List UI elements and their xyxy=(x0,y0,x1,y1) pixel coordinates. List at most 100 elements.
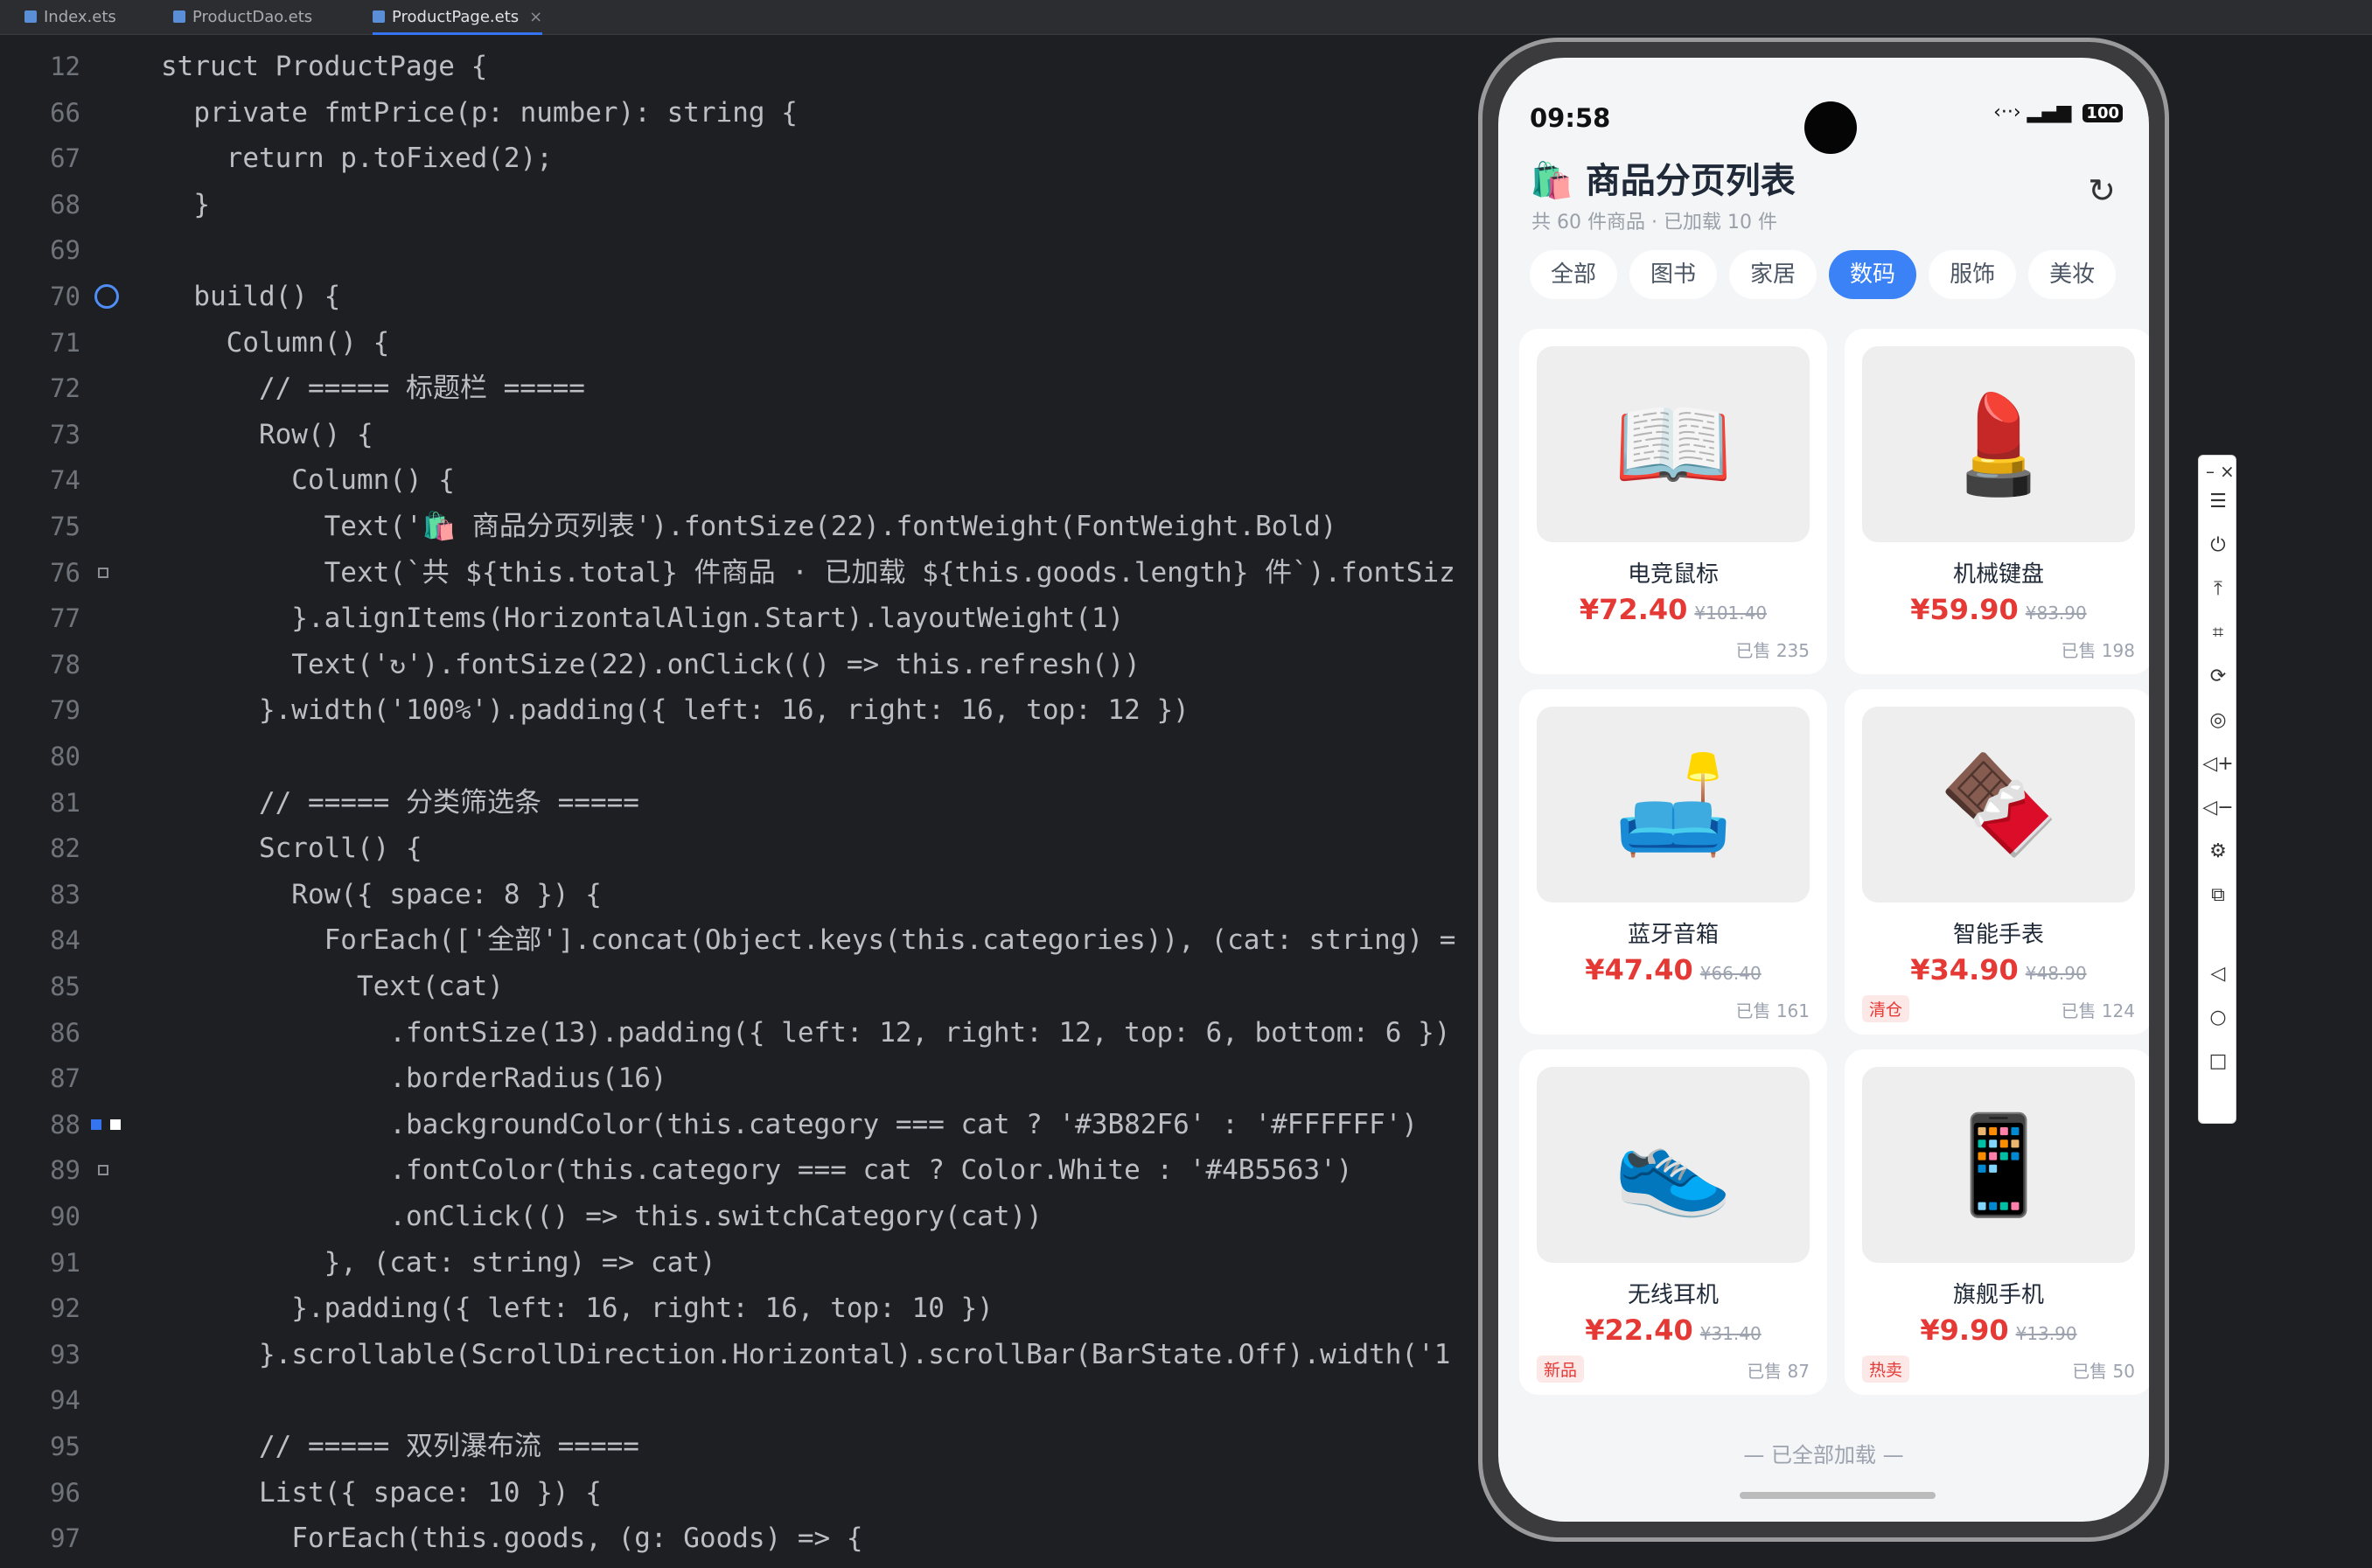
code-text[interactable]: }.padding({ left: 16, right: 16, top: 10… xyxy=(161,1286,994,1331)
code-text[interactable]: ForEach(['全部'].concat(Object.keys(this.c… xyxy=(161,917,1456,963)
category-chip[interactable]: 数码 xyxy=(1829,250,1917,299)
rotate-icon[interactable]: ⟳ xyxy=(2199,666,2237,687)
product-card[interactable]: 📱 旗舰手机 ¥9.90 ¥13.90 热卖 已售 50 xyxy=(1845,1049,2149,1395)
product-card[interactable]: 🍫 智能手表 ¥34.90 ¥48.90 清仓 已售 124 xyxy=(1845,689,2149,1035)
code-editor[interactable]: 12 struct ProductPage {66 private fmtPric… xyxy=(0,35,1478,1568)
code-line[interactable]: 82 Scroll() { xyxy=(0,826,1478,871)
code-text[interactable]: Text('🛍️ 商品分页列表').fontSize(22).fontWeigh… xyxy=(161,504,1337,549)
code-line[interactable]: 93 }.scrollable(ScrollDirection.Horizont… xyxy=(0,1332,1478,1377)
code-line[interactable]: 94 xyxy=(0,1377,1478,1423)
category-chip[interactable]: 家居 xyxy=(1729,250,1817,299)
category-chip[interactable]: 图书 xyxy=(1629,250,1718,299)
code-line[interactable]: 95 // ===== 双列瀑布流 ===== xyxy=(0,1424,1478,1469)
screenshot-icon[interactable]: ◎ xyxy=(2199,709,2237,731)
product-card[interactable]: 👟 无线耳机 ¥22.40 ¥31.40 新品 已售 87 xyxy=(1519,1049,1827,1395)
code-text[interactable]: }.alignItems(HorizontalAlign.Start).layo… xyxy=(161,596,1124,641)
code-line[interactable]: 66 private fmtPrice(p: number): string { xyxy=(0,90,1478,136)
product-card[interactable]: 📖 电竞鼠标 ¥72.40 ¥101.40 已售 235 xyxy=(1519,329,1827,674)
code-text[interactable]: Column() { xyxy=(161,457,455,503)
code-line[interactable]: 78 Text('↻').fontSize(22).onClick(() => … xyxy=(0,642,1478,687)
code-line[interactable]: 73 Row() { xyxy=(0,412,1478,457)
code-line[interactable]: 84 ForEach(['全部'].concat(Object.keys(thi… xyxy=(0,917,1478,963)
code-line[interactable]: 67 return p.toFixed(2); xyxy=(0,136,1478,181)
code-text[interactable]: Row() { xyxy=(161,412,373,457)
code-text[interactable]: Scroll() { xyxy=(161,826,422,871)
code-text[interactable]: Column() { xyxy=(161,320,390,366)
code-text[interactable]: .borderRadius(16) xyxy=(161,1056,666,1101)
code-text[interactable]: // ===== 分类筛选条 ===== xyxy=(161,780,639,826)
code-line[interactable]: 77 }.alignItems(HorizontalAlign.Start).l… xyxy=(0,596,1478,641)
home-icon[interactable]: ○ xyxy=(2199,1007,2237,1028)
code-line[interactable]: 86 .fontSize(13).padding({ left: 12, rig… xyxy=(0,1010,1478,1056)
code-line[interactable]: 83 Row({ space: 8 }) { xyxy=(0,872,1478,917)
code-line[interactable]: 90 .onClick(() => this.switchCategory(ca… xyxy=(0,1194,1478,1239)
code-text[interactable]: build() { xyxy=(161,274,340,319)
code-line[interactable]: 12 struct ProductPage { xyxy=(0,44,1478,89)
code-text[interactable]: Text('↻').fontSize(22).onClick(() => thi… xyxy=(161,642,1141,687)
code-line[interactable]: 74 Column() { xyxy=(0,457,1478,503)
code-text[interactable]: .onClick(() => this.switchCategory(cat)) xyxy=(161,1194,1043,1239)
code-line[interactable]: 75 Text('🛍️ 商品分页列表').fontSize(22).fontWe… xyxy=(0,504,1478,549)
code-text[interactable]: // ===== 标题栏 ===== xyxy=(161,366,585,411)
settings-icon[interactable]: ⚙ xyxy=(2199,840,2237,862)
code-text[interactable]: // ===== 双列瀑布流 ===== xyxy=(161,1424,639,1469)
close-icon[interactable]: × xyxy=(529,8,542,26)
menu-icon[interactable]: ☰ xyxy=(2199,491,2237,512)
code-text[interactable]: Text(`共 ${this.total} 件商品 · 已加载 ${this.g… xyxy=(161,550,1455,596)
tab-index[interactable]: Index.ets xyxy=(24,0,116,35)
code-line[interactable]: 87 .borderRadius(16) xyxy=(0,1056,1478,1101)
code-line[interactable]: 96 List({ space: 10 }) { xyxy=(0,1470,1478,1516)
code-line[interactable]: 70 build() { xyxy=(0,274,1478,319)
code-text[interactable]: }, (cat: string) => cat) xyxy=(161,1240,716,1286)
code-line[interactable]: 92 }.padding({ left: 16, right: 16, top:… xyxy=(0,1286,1478,1331)
close-icon[interactable]: × xyxy=(2220,461,2235,482)
code-line[interactable]: 71 Column() { xyxy=(0,320,1478,366)
code-line[interactable]: 81 // ===== 分类筛选条 ===== xyxy=(0,780,1478,826)
code-text[interactable]: .fontSize(13).padding({ left: 12, right:… xyxy=(161,1010,1450,1056)
code-text[interactable]: return p.toFixed(2); xyxy=(161,136,553,181)
tab-productdao[interactable]: ProductDao.ets xyxy=(173,0,312,35)
refresh-icon[interactable]: ↻ xyxy=(2088,171,2116,210)
category-chip[interactable]: 美妆 xyxy=(2028,250,2117,299)
code-line[interactable]: 79 }.width('100%').padding({ left: 16, r… xyxy=(0,687,1478,733)
code-line[interactable]: 72 // ===== 标题栏 ===== xyxy=(0,366,1478,411)
code-text[interactable]: private fmtPrice(p: number): string { xyxy=(161,90,798,136)
code-text[interactable]: }.width('100%').padding({ left: 16, righ… xyxy=(161,687,1189,733)
code-line[interactable]: 69 xyxy=(0,227,1478,273)
override-marker-icon[interactable] xyxy=(94,284,119,309)
product-card[interactable]: 🛋️ 蓝牙音箱 ¥47.40 ¥66.40 已售 161 xyxy=(1519,689,1827,1035)
volume-up-icon[interactable]: ◁+ xyxy=(2199,753,2237,775)
pin-icon[interactable]: ⤒ xyxy=(2199,578,2237,600)
code-text[interactable]: Text(cat) xyxy=(161,964,504,1009)
home-indicator[interactable] xyxy=(1740,1492,1936,1499)
back-icon[interactable]: ◁ xyxy=(2199,963,2237,985)
code-line[interactable]: 80 xyxy=(0,734,1478,779)
crop-icon[interactable]: ⌗ xyxy=(2199,622,2237,644)
code-text[interactable]: .fontColor(this.category === cat ? Color… xyxy=(161,1147,1352,1193)
code-line[interactable]: 88 .backgroundColor(this.category === ca… xyxy=(0,1102,1478,1147)
code-text[interactable]: Row({ space: 8 }) { xyxy=(161,872,602,917)
tab-productpage[interactable]: ProductPage.ets × xyxy=(373,0,543,35)
code-text[interactable]: .backgroundColor(this.category === cat ?… xyxy=(161,1102,1418,1147)
code-line[interactable]: 68 } xyxy=(0,182,1478,227)
power-icon[interactable]: ⏻ xyxy=(2199,534,2237,556)
color-swatch-icon[interactable] xyxy=(98,567,108,578)
code-line[interactable]: 91 }, (cat: string) => cat) xyxy=(0,1240,1478,1286)
category-chip[interactable]: 服饰 xyxy=(1929,250,2017,299)
code-text[interactable]: struct ProductPage { xyxy=(161,44,487,89)
color-swatch-icon[interactable] xyxy=(98,1165,108,1176)
recents-icon[interactable]: □ xyxy=(2199,1050,2237,1072)
code-text[interactable]: } xyxy=(161,182,210,227)
code-line[interactable]: 97 ForEach(this.goods, (g: Goods) => { xyxy=(0,1516,1478,1561)
category-chip[interactable]: 全部 xyxy=(1530,250,1618,299)
volume-down-icon[interactable]: ◁− xyxy=(2199,797,2237,819)
code-line[interactable]: 89 .fontColor(this.category === cat ? Co… xyxy=(0,1147,1478,1193)
product-card[interactable]: 💄 机械键盘 ¥59.90 ¥83.90 已售 198 xyxy=(1845,329,2149,674)
color-swatch-icon[interactable] xyxy=(91,1119,101,1130)
code-text[interactable]: }.scrollable(ScrollDirection.Horizontal)… xyxy=(161,1332,1450,1377)
code-line[interactable]: 85 Text(cat) xyxy=(0,964,1478,1009)
code-text[interactable]: ForEach(this.goods, (g: Goods) => { xyxy=(161,1516,862,1561)
color-swatch-icon[interactable] xyxy=(110,1119,121,1130)
code-text[interactable]: List({ space: 10 }) { xyxy=(161,1470,602,1516)
minimize-icon[interactable]: – xyxy=(2206,461,2215,482)
